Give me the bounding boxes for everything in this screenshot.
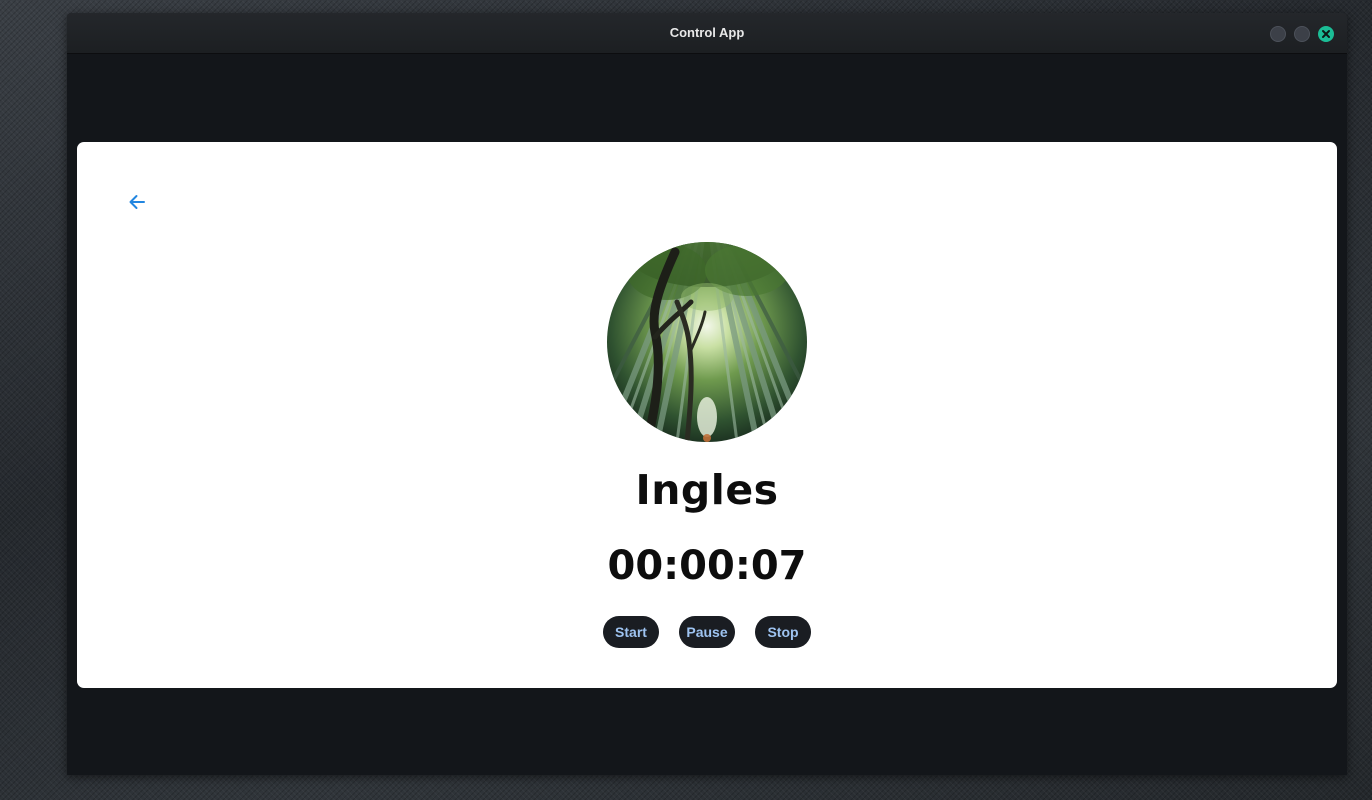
task-avatar bbox=[607, 242, 807, 442]
close-button[interactable] bbox=[1318, 26, 1334, 42]
arrow-left-icon bbox=[129, 195, 145, 209]
close-icon bbox=[1322, 30, 1330, 38]
task-name: Ingles bbox=[635, 466, 779, 514]
pause-button[interactable]: Pause bbox=[679, 616, 735, 648]
bamboo-forest-photo bbox=[607, 242, 807, 442]
stop-button[interactable]: Stop bbox=[755, 616, 811, 648]
back-button[interactable] bbox=[122, 187, 152, 217]
window-title: Control App bbox=[669, 25, 745, 40]
start-button[interactable]: Start bbox=[603, 616, 659, 648]
minimize-button[interactable] bbox=[1270, 26, 1286, 42]
title-bar[interactable]: Control App bbox=[67, 13, 1347, 54]
maximize-button[interactable] bbox=[1294, 26, 1310, 42]
app-window: Control App Ingles 00:00:07 Start Pause … bbox=[67, 13, 1347, 775]
task-card: Ingles 00:00:07 Start Pause Stop bbox=[77, 142, 1337, 688]
elapsed-timer: 00:00:07 bbox=[607, 543, 807, 589]
timer-controls: Start Pause Stop bbox=[77, 616, 1337, 648]
